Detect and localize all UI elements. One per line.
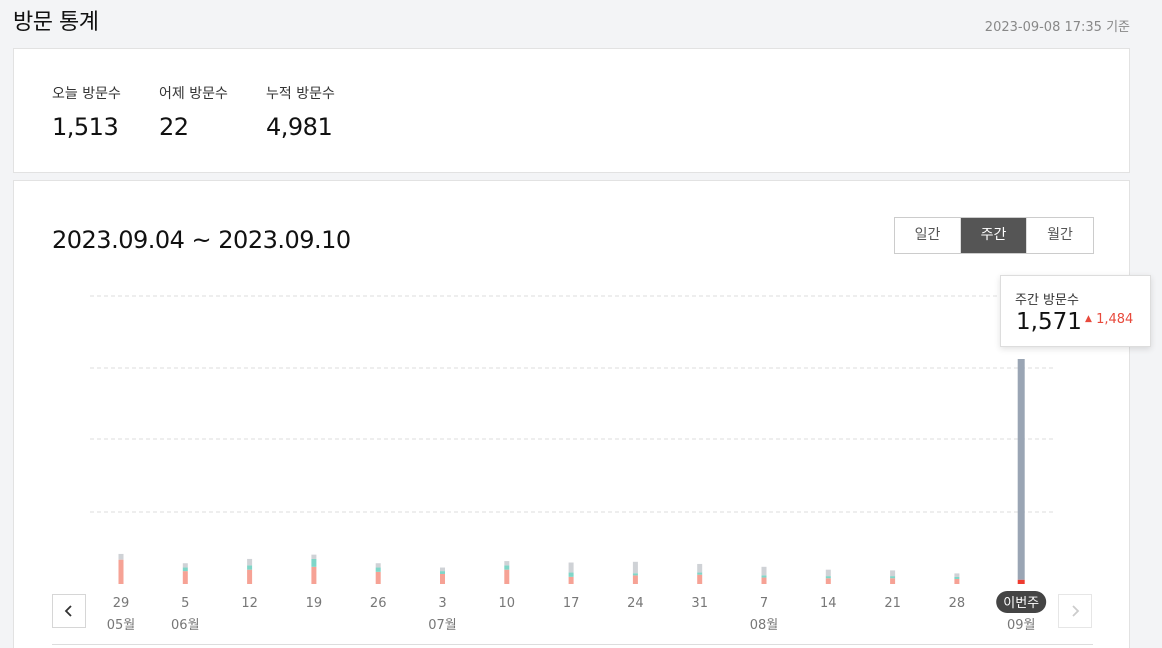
stat-total-label: 누적 방문수 [266,86,335,102]
bar-12-segment-1[interactable] [890,576,896,579]
tooltip-label: 주간 방문수 [1015,293,1079,308]
bar-2-segment-2[interactable] [247,558,253,566]
month-label: 05월 [107,618,136,633]
summary-card: 오늘 방문수 1,513 어제 방문수 22 누적 방문수 4,981 [13,48,1130,173]
bar-5-segment-0[interactable] [440,573,445,584]
bar-11-segment-2[interactable] [825,569,831,577]
bar-14-segment-1[interactable] [1017,359,1025,580]
page-title: 방문 통계 [13,10,99,35]
x-tick-label: 31 [691,596,708,611]
x-tick-label: 3 [438,596,446,611]
bar-4-segment-1[interactable] [375,567,381,572]
chart-divider [52,644,1093,645]
x-tick-label: 26 [370,596,387,611]
bar-11-segment-1[interactable] [825,576,831,579]
chevron-left-icon [64,605,72,617]
stat-today-label: 오늘 방문수 [52,86,121,102]
stat-yesterday: 어제 방문수 22 [159,83,228,141]
bar-1-segment-0[interactable] [182,571,188,584]
chart-card: 2023.09.04 ~ 2023.09.10 일간 주간 월간 29 05월 5 0… [13,180,1151,648]
timestamp: 2023-09-08 17:35 기준 [984,20,1130,35]
bar-2-segment-0[interactable] [247,569,253,584]
bar-8-segment-2[interactable] [632,561,638,574]
x-tick-label: 29 [113,596,130,611]
bar-5-segment-2[interactable] [440,567,445,572]
x-tick-label: 이번주 [1003,596,1039,611]
bar-1-segment-2[interactable] [182,563,188,568]
x-tick-label: 7 [760,596,768,611]
bar-6-segment-2[interactable] [504,561,510,566]
bar-2-segment-1[interactable] [247,565,253,570]
bar-8-segment-0[interactable] [632,575,638,584]
month-label: 09월 [1007,618,1036,633]
weekly-visits-chart: 29 05월 5 06월 12 19 26 3 07월 10 17 24 31 7 08월 14 21 28 이번주… [90,295,1054,633]
stat-yesterday-label: 어제 방문수 [159,86,228,102]
bar-9-segment-0[interactable] [697,574,703,584]
next-week-button[interactable] [1058,594,1092,628]
x-tick-label: 10 [499,596,516,611]
bar-9-segment-1[interactable] [697,572,703,575]
tooltip-delta-value: 1,484 [1096,312,1134,327]
bar-3-segment-2[interactable] [311,554,317,559]
month-label: 07월 [428,618,457,633]
x-tick-label: 14 [820,596,837,611]
x-tick-label: 24 [627,596,644,611]
stat-total: 누적 방문수 4,981 [266,83,335,141]
bar-0-segment-0[interactable] [118,559,124,584]
bar-13-segment-0[interactable] [954,578,960,584]
bar-10-segment-0[interactable] [761,577,767,584]
bar-6-segment-1[interactable] [504,565,510,570]
x-tick-label: 21 [884,596,901,611]
bar-14-segment-0[interactable] [1017,579,1025,584]
weekly-tooltip: 주간 방문수 1,571 ▲ 1,484 [1000,275,1151,347]
bar-7-segment-0[interactable] [568,576,574,584]
month-label: 08월 [750,618,779,633]
stat-today-value: 1,513 [52,113,119,141]
tooltip-delta: ▲ 1,484 [1085,312,1133,327]
x-tick-label: 28 [949,596,966,611]
x-tick-label: 12 [241,596,258,611]
bar-5-segment-1[interactable] [440,571,445,574]
stat-today: 오늘 방문수 1,513 [52,83,121,141]
bar-9-segment-2[interactable] [697,563,703,573]
stat-total-value: 4,981 [266,113,333,141]
bar-11-segment-0[interactable] [825,578,831,584]
bar-4-segment-0[interactable] [375,571,381,584]
prev-week-button[interactable] [52,594,86,628]
bar-10-segment-1[interactable] [761,575,767,578]
bar-12-segment-2[interactable] [890,570,896,577]
bar-12-segment-0[interactable] [890,578,896,584]
bar-3-segment-0[interactable] [311,566,317,584]
bar-7-segment-1[interactable] [568,572,574,577]
tooltip-value: 1,571 [1016,309,1082,335]
bar-8-segment-1[interactable] [632,573,638,576]
bar-6-segment-0[interactable] [504,569,510,584]
month-label: 06월 [171,618,200,633]
bar-4-segment-2[interactable] [375,563,381,568]
bar-13-segment-1[interactable] [954,576,960,579]
x-tick-label: 17 [563,596,580,611]
x-tick-label: 5 [181,596,189,611]
stat-yesterday-value: 22 [159,113,189,141]
bar-1-segment-1[interactable] [182,567,188,572]
bar-10-segment-2[interactable] [761,566,767,576]
chevron-right-icon [1072,605,1080,617]
bar-3-segment-1[interactable] [311,558,317,567]
bar-0-segment-1[interactable] [118,553,124,560]
x-tick-label: 19 [306,596,323,611]
triangle-up-icon: ▲ [1085,314,1092,324]
bar-13-segment-2[interactable] [954,573,960,577]
bar-7-segment-2[interactable] [568,562,574,573]
